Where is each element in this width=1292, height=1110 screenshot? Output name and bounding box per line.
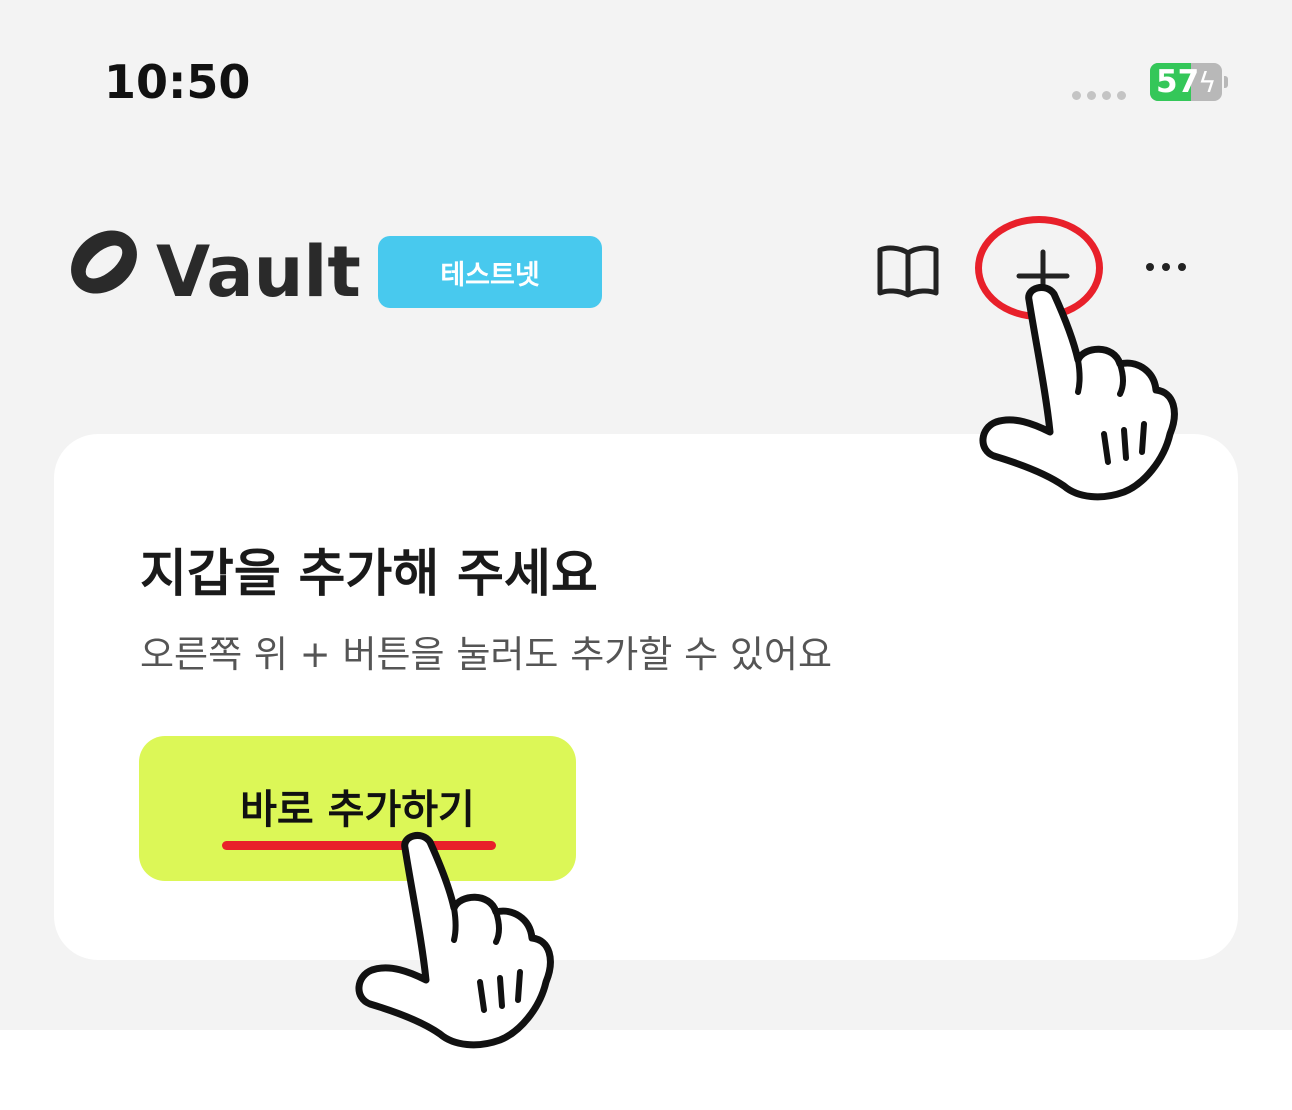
card-subtitle: 오른쪽 위 + 버튼을 눌러도 추가할 수 있어요 bbox=[140, 633, 833, 676]
charging-bolt-icon: ϟ bbox=[1198, 66, 1217, 99]
network-badge: 테스트넷 bbox=[378, 236, 602, 308]
book-icon[interactable] bbox=[875, 243, 941, 299]
battery-icon: 57 ϟ bbox=[1150, 63, 1222, 101]
card-title: 지갑을 추가해 주세요 bbox=[140, 545, 598, 604]
hand-pointer-icon bbox=[355, 831, 554, 1049]
status-time: 10:50 bbox=[104, 55, 251, 109]
app-title: Vault bbox=[156, 231, 361, 313]
more-icon[interactable] bbox=[1146, 263, 1186, 271]
hand-pointer-icon bbox=[979, 283, 1178, 501]
logo-icon bbox=[71, 230, 137, 294]
battery-level: 57 bbox=[1156, 64, 1200, 100]
signal-icon bbox=[1072, 91, 1126, 100]
